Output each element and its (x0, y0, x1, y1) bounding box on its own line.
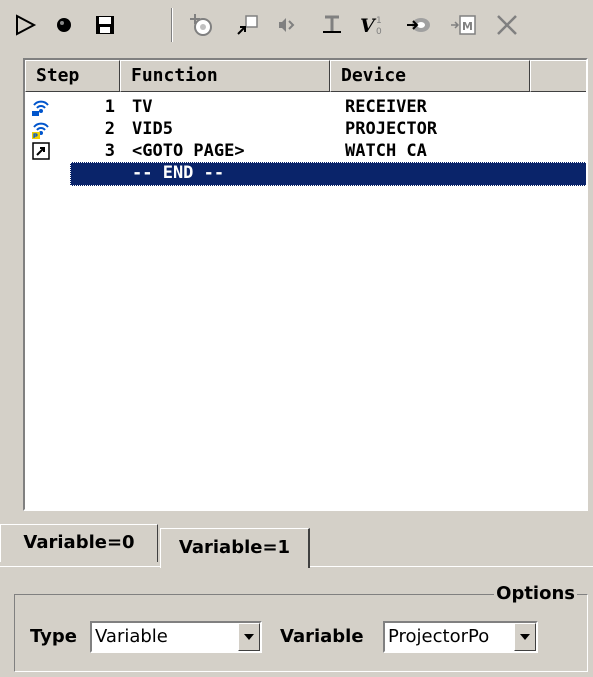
toolbar: V 1 0 M (0, 0, 593, 56)
delete-button[interactable] (490, 8, 524, 42)
column-header-function[interactable]: Function (120, 60, 330, 92)
type-select-arrow[interactable] (238, 623, 260, 651)
column-header-extra[interactable] (530, 60, 586, 92)
volume-button[interactable] (270, 8, 304, 42)
goto-page-button[interactable] (230, 8, 264, 42)
ir-projector-icon (32, 122, 49, 139)
macro-link-button[interactable] (402, 8, 436, 42)
variable-select[interactable]: ProjectorPo (383, 621, 538, 653)
goto-page-icon (237, 15, 258, 35)
text-icon (323, 15, 341, 33)
chevron-down-icon (244, 634, 254, 640)
step-function: TV (132, 97, 153, 117)
add-step-icon (190, 14, 212, 36)
type-select[interactable]: Variable (90, 621, 262, 653)
variable-label: Variable (280, 626, 364, 647)
record-icon (57, 18, 71, 32)
toolbar-separator (171, 8, 173, 42)
list-header: Step Function Device (25, 60, 586, 92)
variable-icon: V 1 0 (360, 15, 382, 37)
record-button[interactable] (47, 8, 81, 42)
volume-icon (279, 18, 295, 32)
tab-variable-1[interactable]: Variable=1 (160, 528, 310, 568)
play-icon (16, 14, 37, 36)
variable-select-arrow[interactable] (514, 623, 536, 651)
type-label: Type (30, 626, 77, 647)
goto-page-icon (32, 142, 50, 160)
svg-text:1: 1 (376, 16, 382, 26)
chevron-down-icon (520, 634, 530, 640)
variable-select-value: ProjectorPo (388, 626, 490, 647)
svg-text:M: M (462, 20, 473, 33)
table-row[interactable]: 1 TV RECEIVER (25, 96, 586, 118)
text-button[interactable] (315, 8, 349, 42)
type-select-value: Variable (95, 626, 168, 647)
end-marker: -- END -- (132, 163, 225, 183)
step-device: RECEIVER (345, 97, 427, 117)
macro-link-icon (407, 18, 430, 32)
save-icon (96, 16, 114, 34)
step-device: WATCH CA (345, 141, 427, 161)
delete-icon (497, 15, 517, 35)
add-step-button[interactable] (184, 8, 218, 42)
step-number: 1 (104, 97, 115, 117)
ir-receiver-icon (32, 100, 49, 116)
variable-button[interactable]: V 1 0 (356, 8, 390, 42)
table-row[interactable]: 2 VID5 PROJECTOR (25, 118, 586, 140)
insert-macro-icon: M (451, 15, 476, 35)
step-list[interactable]: Step Function Device 1 TV RECEIVER 2 VID… (23, 58, 588, 511)
options-group: Options Type Variable Variable Projector… (14, 581, 588, 672)
column-header-step[interactable]: Step (25, 60, 120, 92)
table-row[interactable]: 3 <GOTO PAGE> WATCH CA (25, 140, 586, 162)
options-title: Options (494, 581, 577, 607)
step-device: PROJECTOR (345, 119, 438, 139)
svg-text:0: 0 (376, 27, 382, 37)
step-number: 2 (104, 119, 115, 139)
tab-variable-0[interactable]: Variable=0 (0, 524, 158, 562)
step-function: VID5 (132, 119, 173, 139)
end-row[interactable]: -- END -- (25, 162, 586, 186)
step-number: 3 (104, 141, 115, 161)
insert-macro-button[interactable]: M (447, 8, 481, 42)
save-button[interactable] (88, 8, 122, 42)
svg-text:V: V (360, 15, 377, 37)
column-header-device[interactable]: Device (330, 60, 530, 92)
step-function: <GOTO PAGE> (132, 141, 245, 161)
play-button[interactable] (8, 8, 42, 42)
